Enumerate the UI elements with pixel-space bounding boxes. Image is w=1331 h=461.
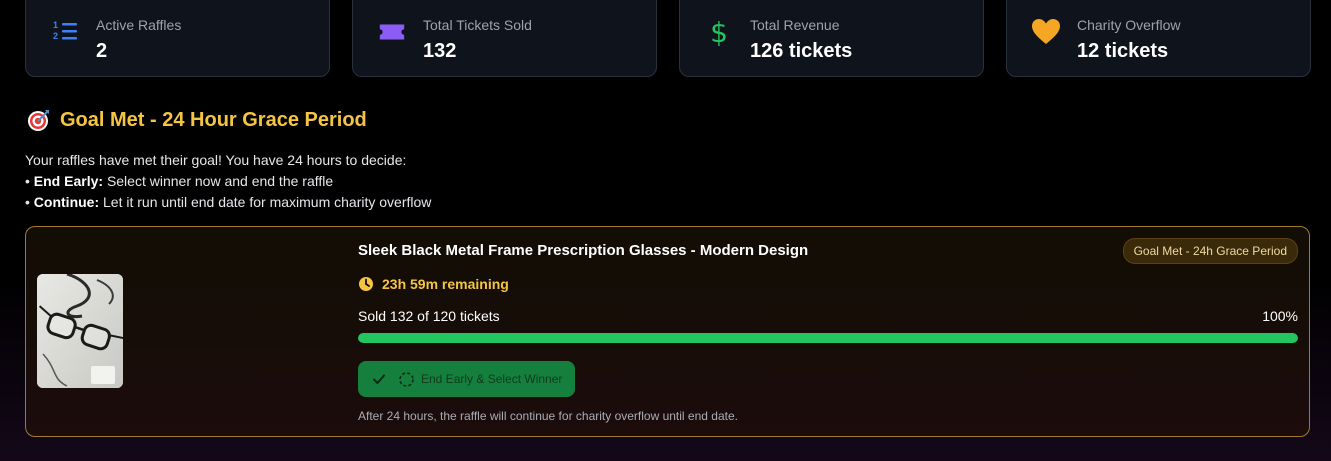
stat-label: Total Tickets Sold — [423, 17, 532, 33]
numbered-list-icon: 1 2 — [50, 17, 80, 47]
svg-text:1: 1 — [53, 20, 58, 30]
stat-card-total-revenue: $ Total Revenue 126 tickets — [679, 0, 984, 77]
stat-value: 126 tickets — [750, 40, 853, 62]
time-remaining: 23h 59m remaining — [358, 276, 509, 292]
description-intro: Your raffles have met their goal! You ha… — [25, 152, 407, 168]
option-label: End Early: — [33, 173, 104, 189]
target-icon — [27, 108, 51, 132]
stat-card-active-raffles: 1 2 Active Raffles 2 — [25, 0, 330, 77]
stat-label: Active Raffles — [96, 17, 182, 33]
progress-percent: 100% — [1262, 308, 1298, 324]
section-title: Goal Met - 24 Hour Grace Period — [60, 108, 367, 131]
stat-value: 132 — [423, 40, 457, 62]
stat-label: Charity Overflow — [1077, 17, 1181, 33]
end-early-button-label: End Early & Select Winner — [421, 372, 563, 386]
description-option-end-early: • End Early: Select winner now and end t… — [25, 173, 334, 189]
dollar-icon: $ — [704, 17, 734, 47]
progress-bar — [358, 333, 1298, 343]
svg-text:2: 2 — [53, 31, 58, 41]
raffle-title: Sleek Black Metal Frame Prescription Gla… — [358, 242, 809, 259]
status-badge: Goal Met - 24h Grace Period — [1122, 238, 1298, 264]
section-heading: Goal Met - 24 Hour Grace Period — [27, 108, 367, 132]
spinner-icon — [398, 371, 415, 388]
end-early-select-winner-button[interactable]: End Early & Select Winner — [358, 361, 575, 397]
stat-value: 12 tickets — [1077, 40, 1169, 62]
svg-text:$: $ — [710, 17, 728, 47]
description-option-continue: • Continue: Let it run until end date fo… — [25, 194, 432, 210]
check-icon — [372, 372, 386, 386]
section-description: Your raffles have met their goal! You ha… — [25, 150, 431, 213]
option-text: Select winner now and end the raffle — [106, 173, 334, 189]
stat-card-tickets-sold: Total Tickets Sold 132 — [352, 0, 657, 77]
raffle-card: Sleek Black Metal Frame Prescription Gla… — [25, 226, 1310, 437]
option-label: Continue: — [33, 194, 100, 210]
time-remaining-text: 23h 59m remaining — [382, 276, 509, 292]
stat-label: Total Revenue — [750, 17, 840, 33]
clock-icon — [358, 276, 374, 292]
stats-row: 1 2 Active Raffles 2 Total Tickets Sold … — [25, 0, 1311, 77]
stat-value: 2 — [96, 40, 108, 62]
option-text: Let it run until end date for maximum ch… — [103, 194, 432, 210]
progress-fill — [358, 333, 1298, 343]
ticket-icon — [377, 17, 407, 47]
stat-card-charity-overflow: Charity Overflow 12 tickets — [1006, 0, 1311, 77]
tickets-sold-text: Sold 132 of 120 tickets — [358, 308, 500, 324]
heart-icon — [1031, 17, 1061, 47]
grace-period-note: After 24 hours, the raffle will continue… — [358, 409, 738, 423]
raffle-image[interactable] — [37, 274, 123, 388]
